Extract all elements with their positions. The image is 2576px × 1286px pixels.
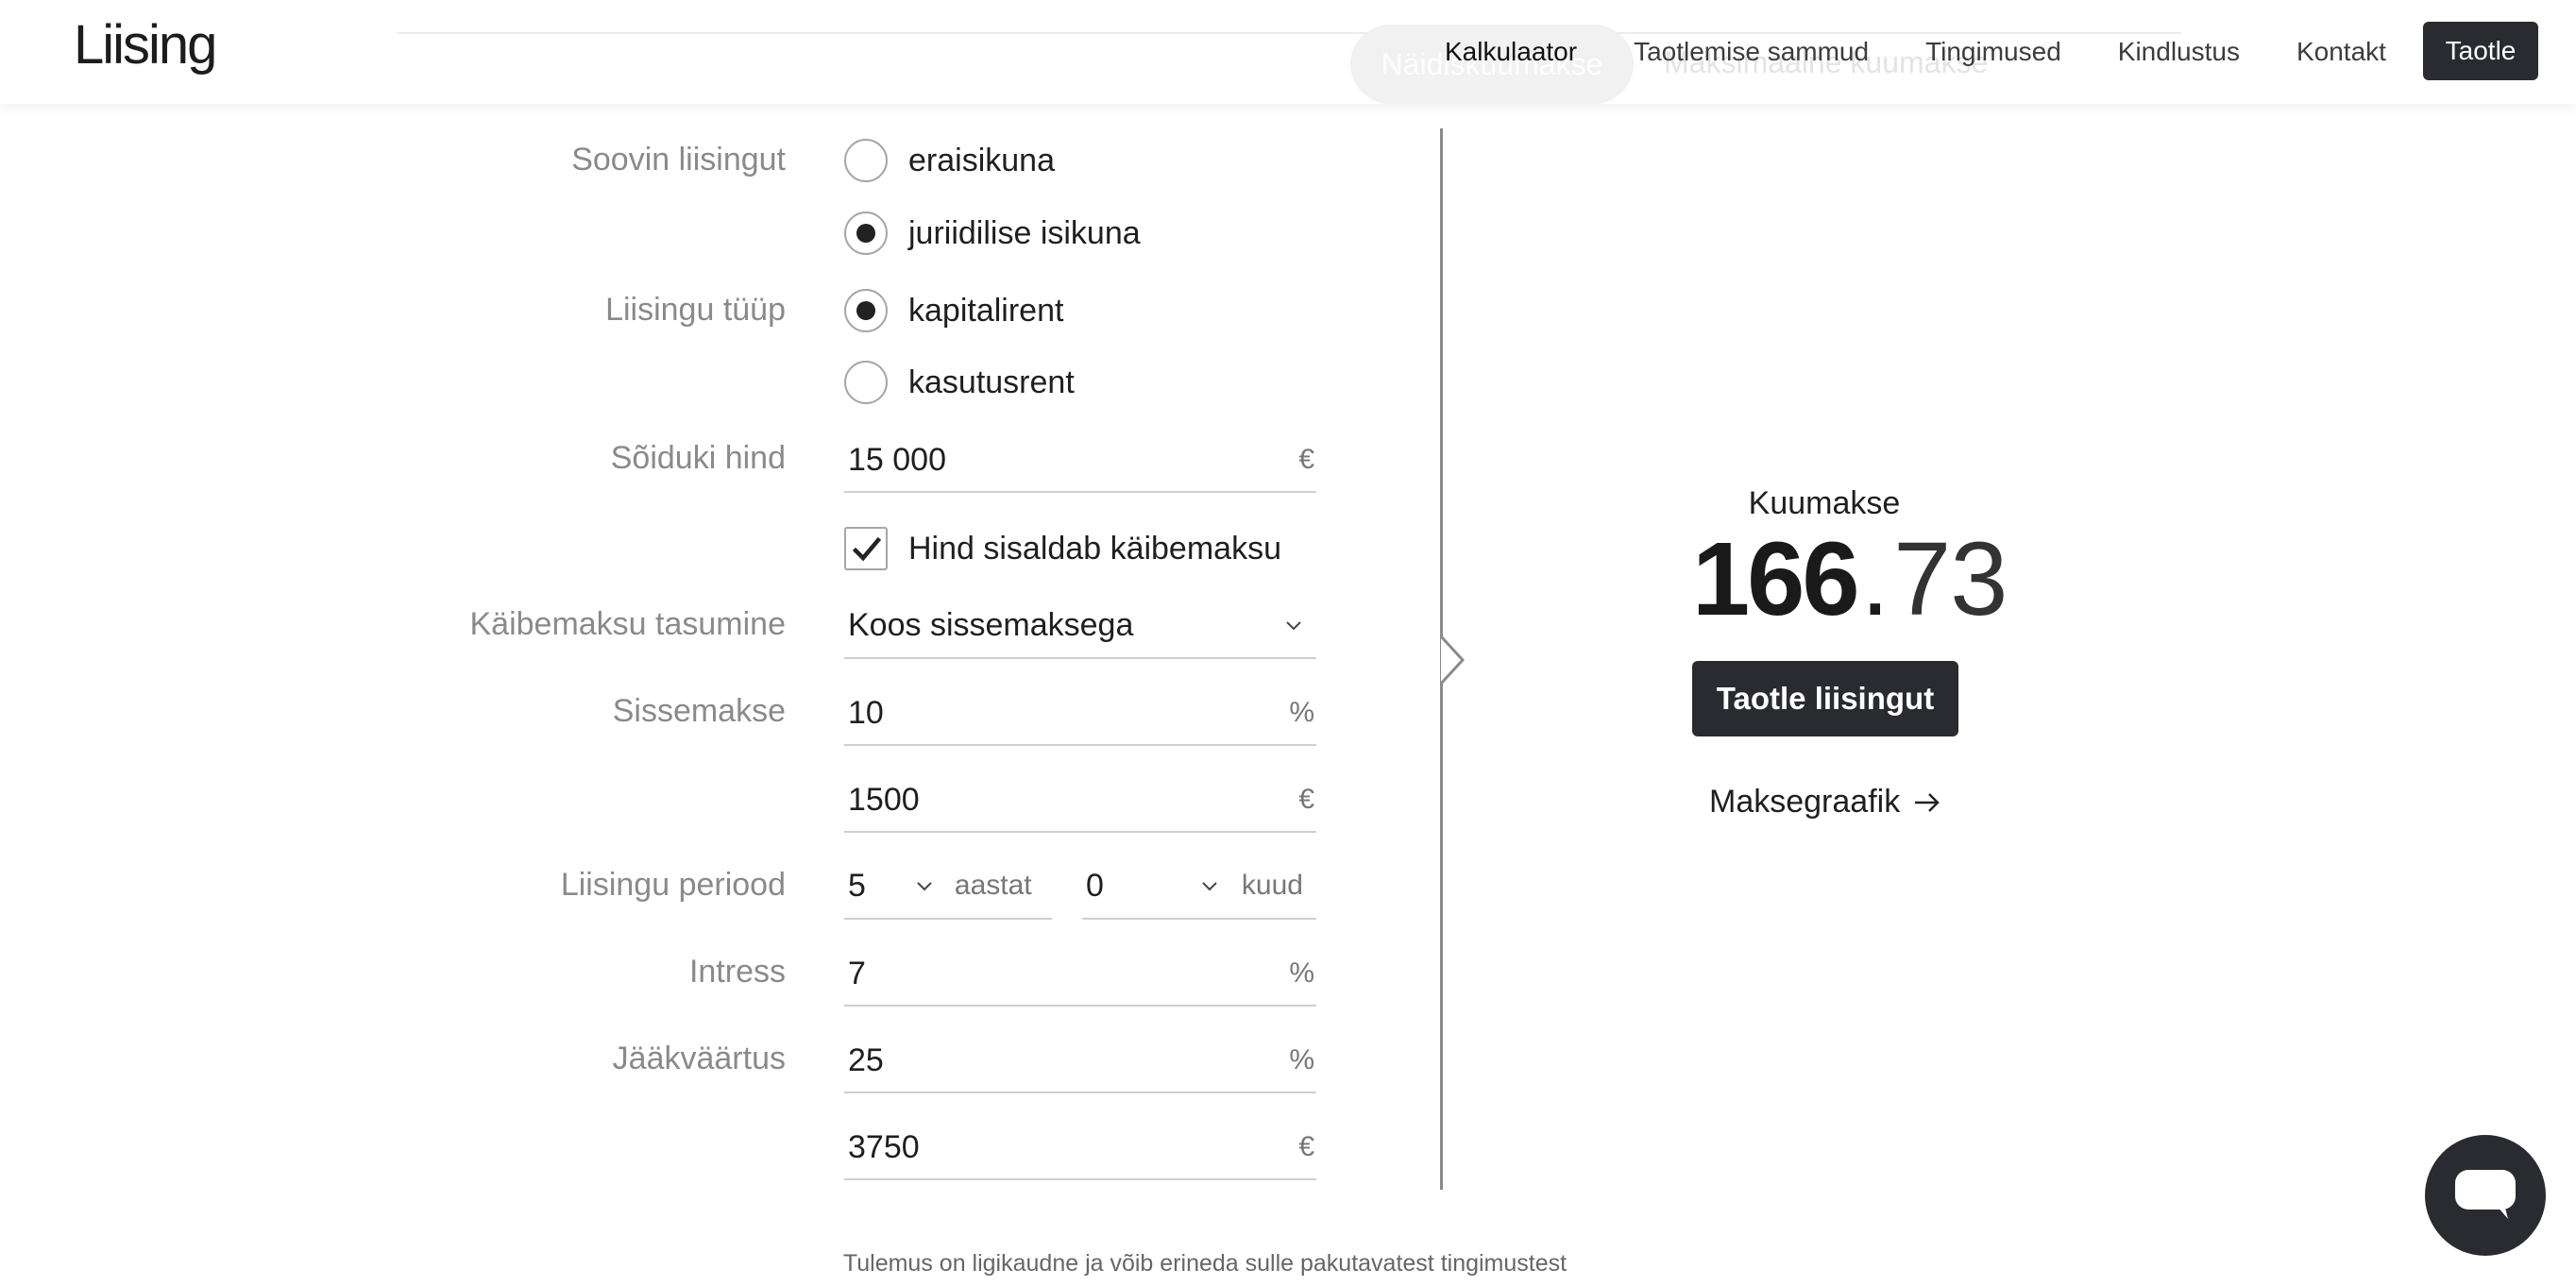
radio-circle[interactable] xyxy=(844,361,888,404)
down-payment-amount-input[interactable]: 1500 € xyxy=(844,769,1316,833)
radio-label: eraisikuna xyxy=(908,142,1055,178)
euro-unit: € xyxy=(1298,1131,1314,1162)
disclaimer: Tulemus on ligikaudne ja võib erineda su… xyxy=(0,1250,2576,1278)
monthly-payment-separator: . xyxy=(1860,521,1890,637)
apply-lease-button[interactable]: Taotle liisingut xyxy=(1692,661,1958,736)
monthly-payment-label: Kuumakse xyxy=(1748,485,1901,521)
radio-label: juriidilise isikuna xyxy=(908,214,1141,251)
vehicle-price-value: 15 000 xyxy=(848,441,946,478)
down-payment-percent-value: 10 xyxy=(848,694,884,731)
check-icon xyxy=(853,536,881,562)
radio-circle-checked[interactable] xyxy=(844,212,888,255)
interest-label: Intress xyxy=(688,954,786,990)
radio-circle-checked[interactable] xyxy=(844,289,888,332)
chat-button[interactable] xyxy=(2425,1135,2546,1256)
euro-unit: € xyxy=(1298,784,1314,815)
vat-included-checkbox-row[interactable]: Hind sisaldab käibemaksu xyxy=(844,527,1281,570)
lease-type-label: Liisingu tüüp xyxy=(605,292,786,328)
nav-application-steps[interactable]: Taotlemise sammud xyxy=(1634,37,1869,67)
interest-input[interactable]: 7 % xyxy=(844,942,1316,1007)
percent-unit: % xyxy=(1289,697,1314,728)
period-years-select[interactable]: 5 aastat xyxy=(844,854,1052,920)
vehicle-price-input[interactable]: 15 000 € xyxy=(844,429,1316,493)
months-unit: kuud xyxy=(1241,870,1303,901)
vat-included-checkbox[interactable] xyxy=(844,527,888,570)
interest-value: 7 xyxy=(848,955,866,991)
payment-schedule-link[interactable]: Maksegraafik xyxy=(1709,784,1941,821)
vehicle-price-label: Sõiduki hind xyxy=(610,440,786,476)
monthly-payment-integer: 166 xyxy=(1692,521,1860,637)
radio-label: kapitalirent xyxy=(908,292,1064,329)
nav-terms[interactable]: Tingimused xyxy=(1925,37,2061,67)
vat-payment-label: Käibemaksu tasumine xyxy=(469,606,786,642)
chat-icon xyxy=(2455,1170,2516,1219)
vat-included-label: Hind sisaldab käibemaksu xyxy=(908,530,1281,567)
euro-unit: € xyxy=(1298,444,1314,475)
chevron-down-icon xyxy=(917,882,932,891)
nav-contact[interactable]: Kontakt xyxy=(2296,37,2386,67)
monthly-payment-decimals: 73 xyxy=(1893,521,2008,637)
disclaimer-text: Tulemus on ligikaudne ja võib erineda su… xyxy=(842,1250,1568,1277)
chevron-down-icon xyxy=(1286,621,1301,631)
divider-arrow-icon xyxy=(1440,636,1465,684)
vat-payment-select[interactable]: Koos sissemaksega xyxy=(844,593,1316,659)
radio-private[interactable]: eraisikuna xyxy=(844,139,1055,182)
radio-label: kasutusrent xyxy=(908,364,1075,400)
radio-operating-lease[interactable]: kasutusrent xyxy=(844,361,1075,404)
residual-percent-input[interactable]: 25 % xyxy=(844,1029,1316,1093)
radio-capital-lease[interactable]: kapitalirent xyxy=(844,289,1063,332)
percent-unit: % xyxy=(1289,957,1314,989)
main-nav: Kalkulaator Taotlemise sammud Tingimused… xyxy=(1445,0,2443,104)
down-payment-label: Sissemakse xyxy=(612,693,786,729)
residual-label: Jääkväärtus xyxy=(612,1041,786,1076)
vat-payment-value: Koos sissemaksega xyxy=(848,606,1134,643)
chevron-down-icon xyxy=(1202,882,1217,891)
residual-percent-value: 25 xyxy=(848,1041,884,1078)
header-apply-button[interactable]: Taotle xyxy=(2423,22,2538,80)
period-months-value: 0 xyxy=(1086,867,1104,904)
nav-calculator[interactable]: Kalkulaator xyxy=(1445,37,1577,67)
period-label: Liisingu periood xyxy=(560,867,786,903)
down-payment-percent-input[interactable]: 10 % xyxy=(844,682,1316,746)
payment-schedule-label: Maksegraafik xyxy=(1709,784,1901,820)
wish-label: Soovin liisingut xyxy=(571,142,786,178)
radio-circle[interactable] xyxy=(844,139,888,182)
percent-unit: % xyxy=(1289,1044,1314,1075)
monthly-payment-amount: 166 . 73 xyxy=(1692,519,2008,639)
residual-amount-input[interactable]: 3750 € xyxy=(844,1116,1316,1180)
period-months-select[interactable]: 0 kuud xyxy=(1082,854,1316,920)
logo[interactable]: Liising xyxy=(74,13,217,76)
period-years-value: 5 xyxy=(848,867,866,904)
nav-insurance[interactable]: Kindlustus xyxy=(2118,37,2240,67)
residual-amount-value: 3750 xyxy=(848,1128,920,1165)
down-payment-amount-value: 1500 xyxy=(848,781,920,818)
arrow-right-icon xyxy=(1915,792,1940,812)
years-unit: aastat xyxy=(954,870,1032,901)
top-header: Liising Näidiskuumakse Maksimaalne kuuma… xyxy=(0,0,2576,104)
radio-legal-entity[interactable]: juriidilise isikuna xyxy=(844,212,1141,255)
